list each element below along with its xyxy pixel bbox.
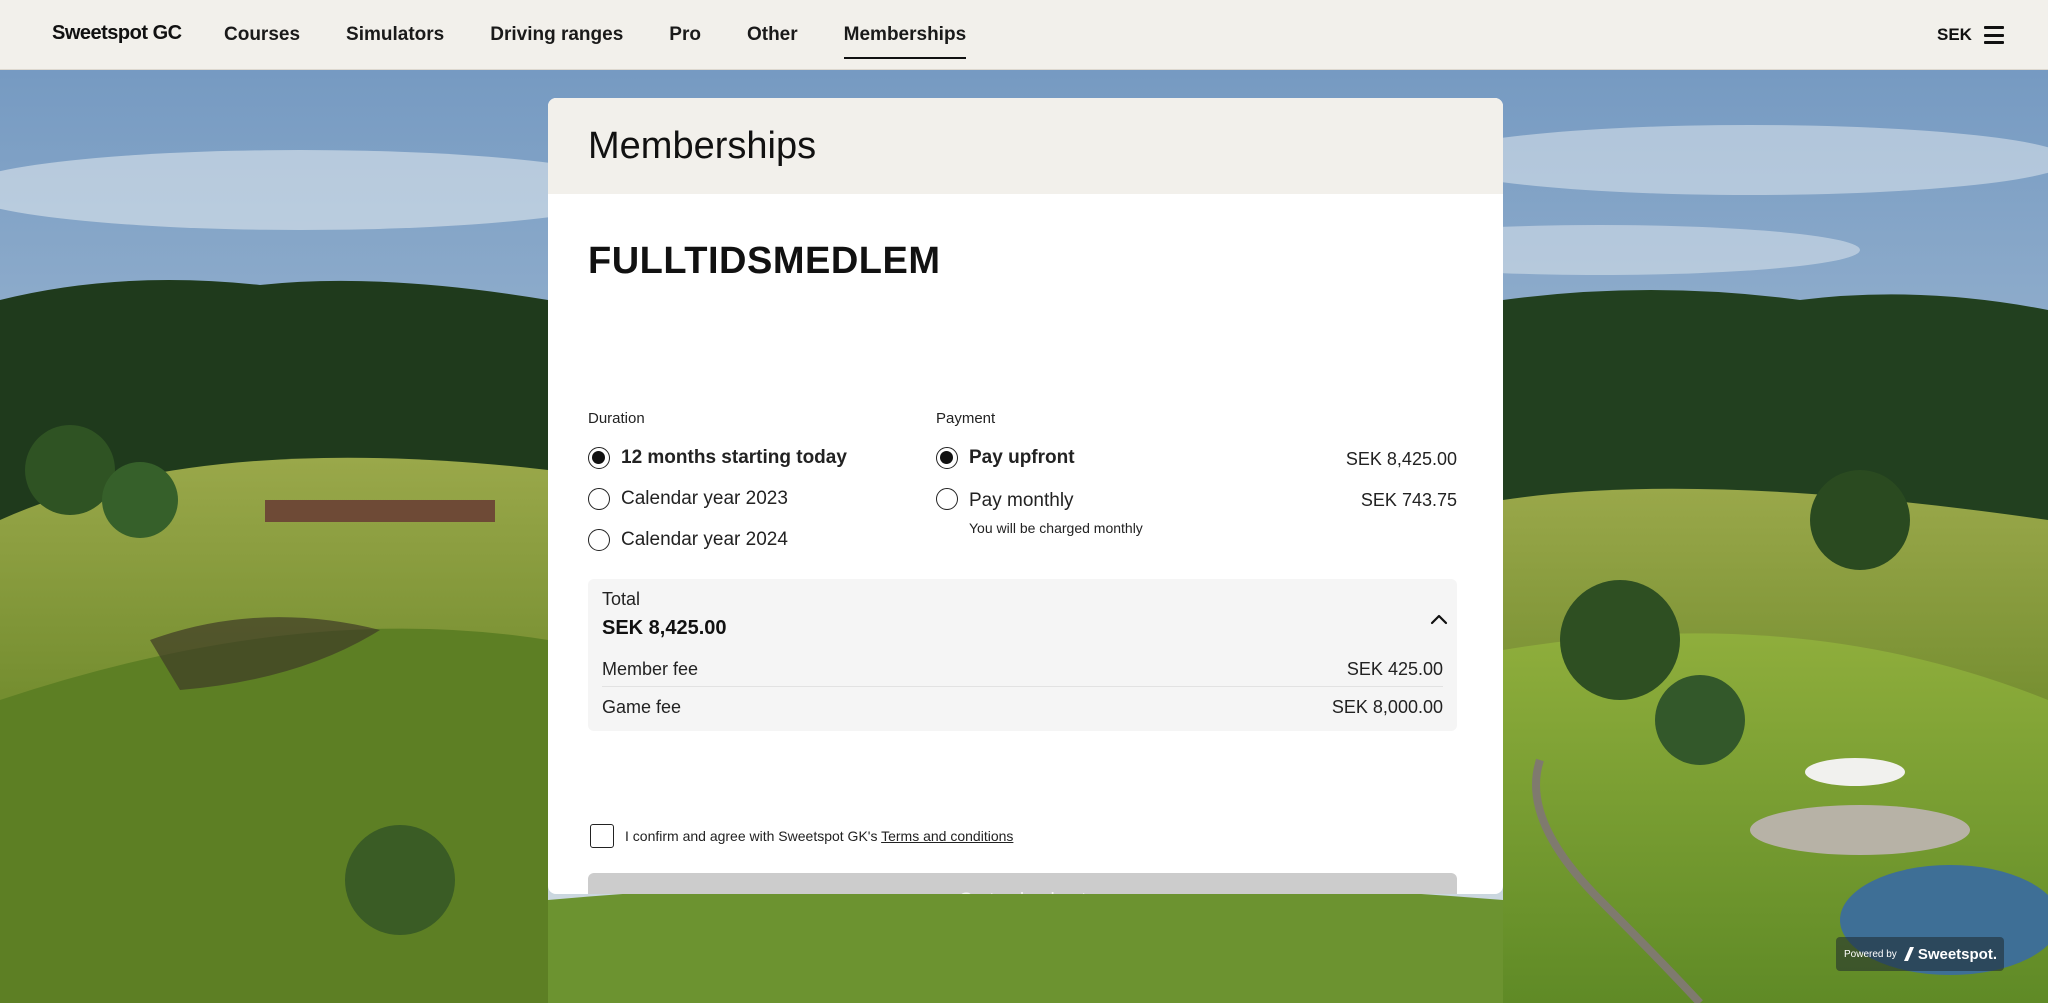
fee-divider — [602, 686, 1443, 687]
nav-item-simulators[interactable]: Simulators — [346, 0, 444, 70]
nav-item-pro[interactable]: Pro — [669, 0, 701, 70]
total-value: SEK 8,425.00 — [602, 617, 727, 639]
nav-item-memberships[interactable]: Memberships — [843, 0, 967, 70]
fee-row-member: Member fee SEK 425.00 — [602, 659, 1443, 680]
payment-upfront-price: SEK 8,425.00 — [1345, 449, 1457, 469]
sweetspot-mark-icon — [1903, 947, 1914, 961]
duration-label: Duration — [588, 410, 645, 427]
fee-value: SEK 8,000.00 — [1331, 697, 1443, 717]
top-navigation-bar: Sweetspot GC Courses Simulators Driving … — [0, 0, 2048, 70]
main-nav: Courses Simulators Driving ranges Pro Ot… — [224, 0, 1012, 70]
fee-label: Game fee — [602, 697, 682, 717]
brand-logo[interactable]: Sweetspot GC — [52, 22, 182, 45]
membership-card: Memberships FULLTIDSMEDLEM Duration 12 m… — [548, 98, 1503, 894]
fee-value: SEK 425.00 — [1346, 659, 1443, 679]
terms-confirmation: I confirm and agree with Sweetspot GK's … — [590, 824, 1013, 848]
terms-and-conditions-link[interactable]: Terms and conditions — [881, 828, 1013, 844]
terms-text: I confirm and agree with Sweetspot GK's … — [625, 828, 1013, 844]
radio-unchecked-icon[interactable] — [936, 488, 958, 510]
nav-item-courses[interactable]: Courses — [224, 0, 300, 70]
payment-option-upfront[interactable]: Pay upfront — [936, 447, 1075, 469]
chevron-up-icon[interactable] — [1429, 609, 1449, 629]
payment-option-label: Pay monthly — [969, 490, 1074, 511]
payment-label: Payment — [936, 410, 996, 427]
powered-brand: Sweetspot. — [1917, 945, 1997, 963]
sweetspot-logo: Sweetspot. — [1903, 946, 1997, 963]
duration-option-label: 12 months starting today — [621, 447, 847, 468]
duration-option-calendar-2023[interactable]: Calendar year 2023 — [588, 488, 788, 510]
go-to-checkout-button[interactable]: Go to checkout — [588, 873, 1457, 894]
currency-selector[interactable]: SEK — [1937, 25, 1972, 45]
radio-unchecked-icon[interactable] — [588, 488, 610, 510]
duration-option-12-months[interactable]: 12 months starting today — [588, 447, 847, 469]
total-summary: Total SEK 8,425.00 Member fee SEK 425.00… — [588, 579, 1457, 731]
payment-option-label: Pay upfront — [969, 447, 1075, 468]
radio-checked-icon[interactable] — [588, 447, 610, 469]
powered-by-text: Powered by — [1844, 948, 1897, 960]
powered-by-badge[interactable]: Powered by Sweetspot. — [1836, 937, 2004, 971]
page-title: Memberships — [588, 124, 817, 167]
duration-option-calendar-2024[interactable]: Calendar year 2024 — [588, 529, 788, 551]
payment-monthly-note: You will be charged monthly — [969, 520, 1143, 536]
card-body: FULLTIDSMEDLEM Duration 12 months starti… — [548, 194, 1503, 894]
plan-name: FULLTIDSMEDLEM — [588, 240, 941, 282]
payment-monthly-price: SEK 743.75 — [1360, 490, 1457, 510]
nav-item-driving-ranges[interactable]: Driving ranges — [490, 0, 623, 70]
fee-row-game: Game fee SEK 8,000.00 — [602, 697, 1443, 718]
terms-text-prefix: I confirm and agree with Sweetspot GK's — [625, 828, 882, 844]
nav-item-other[interactable]: Other — [747, 0, 798, 70]
total-label: Total — [602, 589, 641, 609]
radio-unchecked-icon[interactable] — [588, 529, 610, 551]
hamburger-menu-icon[interactable] — [1984, 26, 2004, 44]
duration-option-label: Calendar year 2024 — [621, 529, 788, 550]
payment-option-monthly[interactable]: Pay monthly — [936, 486, 1074, 512]
card-header: Memberships — [548, 98, 1503, 194]
fee-label: Member fee — [602, 659, 699, 679]
terms-checkbox[interactable] — [590, 824, 614, 848]
radio-checked-icon[interactable] — [936, 447, 958, 469]
duration-option-label: Calendar year 2023 — [621, 488, 788, 509]
